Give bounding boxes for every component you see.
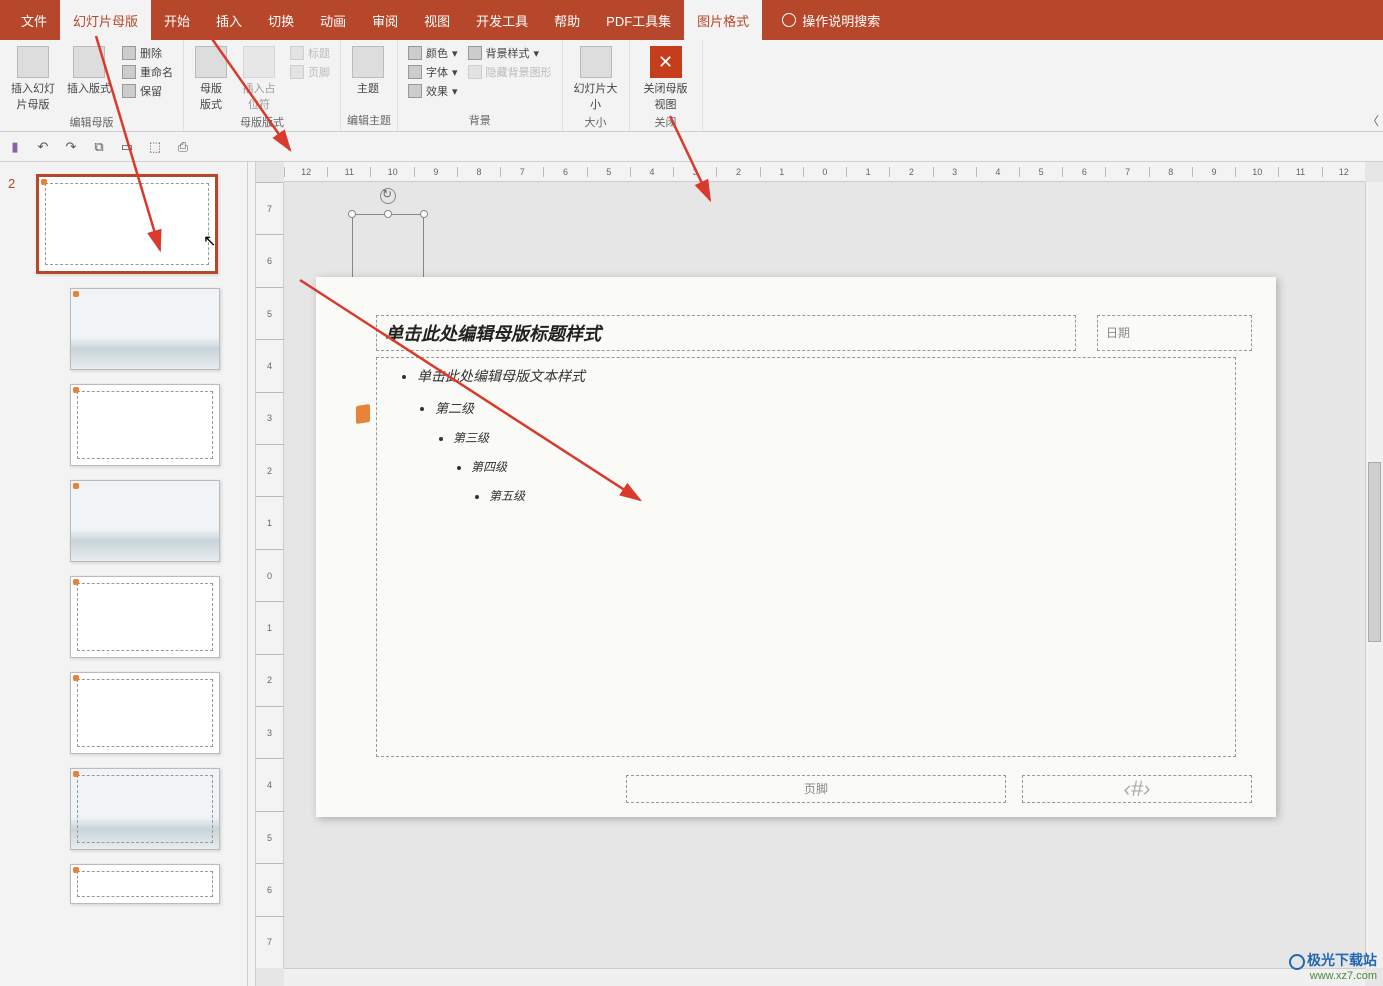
horizontal-scrollbar[interactable] — [284, 968, 1365, 986]
background-styles-dropdown[interactable]: 背景样式▾ — [464, 44, 556, 62]
horizontal-ruler: 1211109876543210123456789101112 — [284, 162, 1365, 182]
annotation-arrow — [60, 30, 220, 280]
chevron-down-icon: ▾ — [534, 47, 540, 60]
save-button[interactable]: ▮ — [6, 138, 24, 156]
main-area: 2 ↖ 1211109876543210123456789101112 7654… — [0, 162, 1383, 986]
layout-thumbnail[interactable] — [70, 864, 220, 904]
resize-handle[interactable] — [348, 210, 356, 218]
tab-pdfkit[interactable]: PDF工具集 — [593, 0, 684, 40]
annotation-arrow — [560, 110, 740, 240]
scrollbar-thumb[interactable] — [1368, 462, 1381, 642]
page-number-placeholder[interactable]: ‹#› — [1022, 775, 1252, 803]
undo-button[interactable]: ↶ — [34, 138, 52, 156]
layout-thumbnail[interactable] — [70, 672, 220, 754]
office-logo-icon — [73, 291, 79, 297]
theme-button[interactable]: 主题 — [347, 44, 389, 98]
close-icon: ✕ — [650, 46, 682, 78]
effects-icon — [408, 84, 422, 98]
date-placeholder[interactable]: 日期 — [1097, 315, 1252, 351]
panel-splitter[interactable] — [248, 162, 256, 986]
tab-devtools[interactable]: 开发工具 — [463, 0, 541, 40]
office-logo-icon — [73, 867, 79, 873]
fonts-icon — [408, 65, 422, 79]
tell-me-search[interactable]: 操作说明搜索 — [782, 11, 880, 30]
group-label: 编辑主题 — [347, 112, 391, 129]
collapse-ribbon-button[interactable]: 〈 — [1367, 112, 1379, 129]
rotate-handle-icon[interactable] — [380, 188, 396, 204]
slide-size-button[interactable]: 幻灯片大小 — [569, 44, 623, 114]
layout-thumbnail[interactable] — [70, 288, 220, 370]
chevron-down-icon: ▾ — [452, 66, 458, 79]
layout-thumbnail[interactable] — [70, 480, 220, 562]
chevron-down-icon: ▾ — [452, 47, 458, 60]
office-logo-icon — [73, 579, 79, 585]
group-label: 背景 — [404, 112, 556, 129]
slide-thumbnail-panel[interactable]: 2 ↖ — [0, 162, 248, 986]
colors-icon — [408, 46, 422, 60]
insert-slide-master-button[interactable]: 插入幻灯片母版 — [6, 44, 60, 114]
watermark-logo-icon — [1289, 954, 1305, 970]
annotation-arrow — [280, 240, 660, 540]
lightbulb-icon — [782, 13, 796, 27]
layout-thumbnail[interactable] — [70, 384, 220, 466]
tab-file[interactable]: 文件 — [8, 0, 60, 40]
effects-dropdown[interactable]: 效果▾ — [404, 82, 462, 100]
office-logo-icon — [73, 387, 79, 393]
footer-placeholder[interactable]: 页脚 — [626, 775, 1006, 803]
tab-view[interactable]: 视图 — [411, 0, 463, 40]
fonts-dropdown[interactable]: 字体▾ — [404, 63, 462, 81]
vertical-scrollbar[interactable] — [1365, 182, 1383, 968]
checkbox-icon — [468, 65, 482, 79]
watermark: 极光下载站 www.xz7.com — [1289, 953, 1377, 982]
office-logo-icon — [73, 483, 79, 489]
resize-handle[interactable] — [420, 210, 428, 218]
hide-background-checkbox[interactable]: 隐藏背景图形 — [464, 63, 556, 81]
office-logo-icon — [41, 179, 47, 185]
annotation-arrow — [200, 30, 320, 170]
office-logo-icon — [73, 675, 79, 681]
office-logo-icon — [73, 771, 79, 777]
resize-handle[interactable] — [384, 210, 392, 218]
tab-help[interactable]: 帮助 — [541, 0, 593, 40]
layout-thumbnail[interactable] — [70, 768, 220, 850]
colors-dropdown[interactable]: 颜色▾ — [404, 44, 462, 62]
master-index: 2 — [8, 176, 15, 191]
group-edit-theme: 主题 编辑主题 — [341, 40, 398, 131]
theme-icon — [352, 46, 384, 78]
slide-master-icon — [17, 46, 49, 78]
close-master-view-button[interactable]: ✕ 关闭母版视图 — [636, 44, 696, 114]
tab-review[interactable]: 审阅 — [359, 0, 411, 40]
bgstyle-icon — [468, 46, 482, 60]
slide-size-icon — [580, 46, 612, 78]
group-background: 颜色▾ 字体▾ 效果▾ 背景样式▾ 隐藏背景图形 背景 — [398, 40, 563, 131]
tab-picture-format[interactable]: 图片格式 — [684, 0, 762, 40]
chevron-down-icon: ▾ — [452, 85, 458, 98]
layout-thumbnail[interactable] — [70, 576, 220, 658]
